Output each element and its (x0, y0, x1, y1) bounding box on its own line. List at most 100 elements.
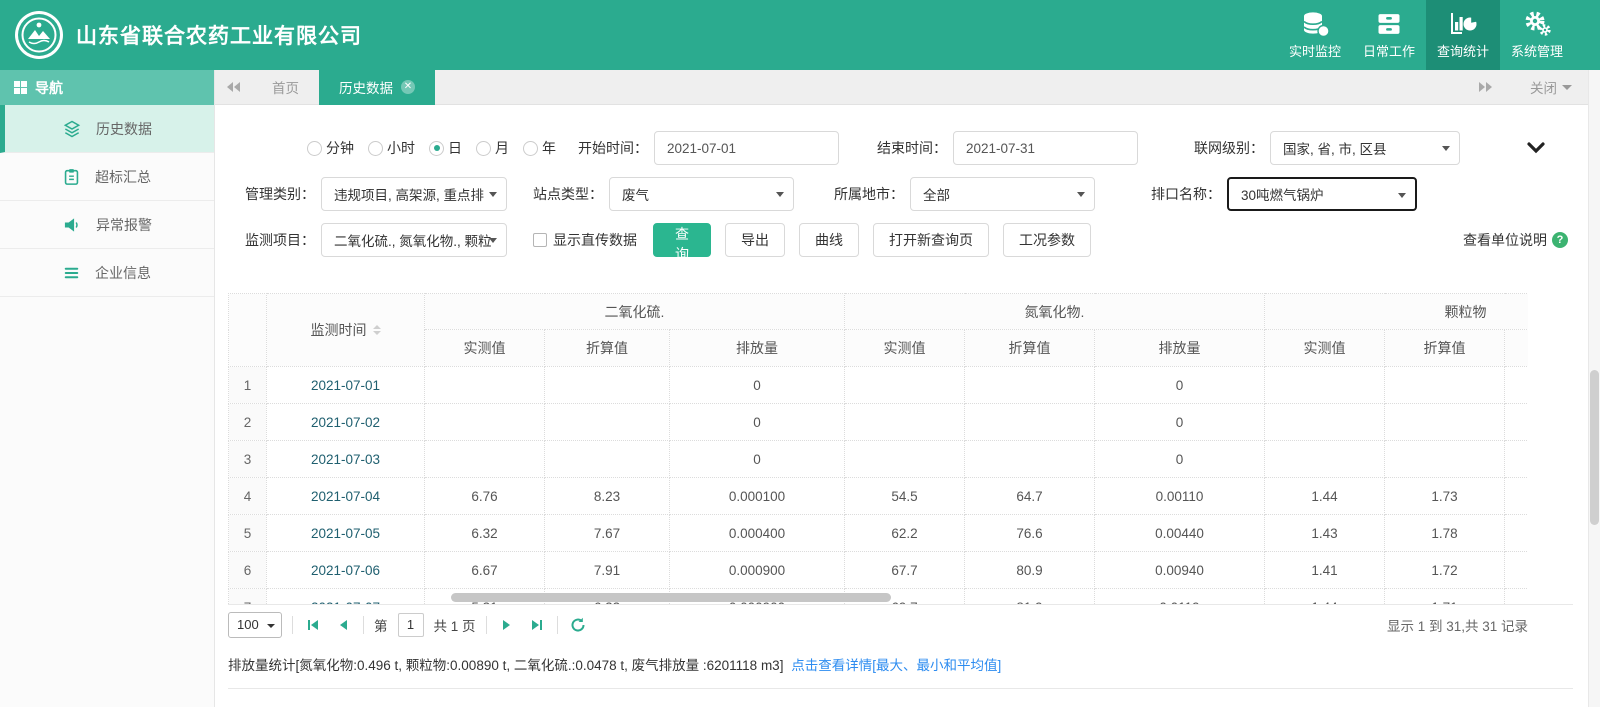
sidebar-header: 导航 (0, 70, 214, 105)
station-type-select[interactable]: 废气 (609, 177, 794, 211)
sidebar-item-enterprise-info[interactable]: 企业信息 (0, 249, 214, 297)
radio-hour[interactable]: 小时 (368, 138, 415, 158)
nav-item-realtime-monitor[interactable]: 实时监控 (1278, 0, 1352, 70)
tab-home[interactable]: 首页 (252, 70, 319, 105)
horizontal-scrollbar-thumb[interactable] (451, 593, 891, 602)
query-button[interactable]: 查询 (653, 223, 711, 262)
last-page-icon (531, 619, 542, 630)
nav-item-daily-work[interactable]: 日常工作 (1352, 0, 1426, 70)
date-link[interactable]: 2021-07-07 (311, 600, 380, 605)
date-link[interactable]: 2021-07-03 (311, 452, 380, 467)
start-time-label: 开始时间： (578, 140, 648, 156)
record-count-info: 显示 1 到 31,共 31 记录 (1386, 618, 1528, 634)
outlet-name-label: 排口名称： (1151, 186, 1221, 202)
category-select[interactable]: 违规项目, 高架源, 重点排 (321, 177, 507, 211)
outlet-name-select[interactable]: 30吨燃气锅炉 (1227, 177, 1417, 211)
tabs-scroll-right-icon[interactable] (1467, 82, 1504, 92)
tabbar-right-controls: 关闭 (1467, 77, 1600, 97)
radio-minute[interactable]: 分钟 (307, 138, 354, 158)
next-page-button[interactable] (497, 614, 517, 636)
page-size-select[interactable]: 100 (228, 611, 282, 638)
condition-params-button[interactable]: 工况参数 (1003, 223, 1091, 257)
export-button[interactable]: 导出 (725, 223, 785, 257)
page-prefix-label: 第 (374, 618, 388, 634)
sidebar-item-exceed-summary[interactable]: 超标汇总 (0, 153, 214, 201)
monitor-items-select[interactable]: 二氧化硫., 氮氧化物., 颗粒 (321, 223, 507, 257)
curve-button[interactable]: 曲线 (799, 223, 859, 257)
tab-label: 首页 (272, 81, 299, 96)
cell: 1.71 (1384, 588, 1505, 604)
nav-item-query-statistics[interactable]: 查询统计 (1426, 0, 1500, 70)
city-label: 所属地市： (834, 186, 904, 202)
cell: 0.00440 (1094, 514, 1265, 552)
table-row: 3 2021-07-03 0 0 (228, 440, 1528, 478)
sidebar-item-history-data[interactable]: 历史数据 (0, 105, 214, 153)
cell (1503, 588, 1528, 604)
nav-label: 日常工作 (1362, 44, 1415, 59)
unit-help-link[interactable]: 查看单位说明 ? (1463, 230, 1568, 250)
cell: 1.72 (1384, 551, 1505, 589)
sort-icon[interactable] (372, 325, 381, 335)
radio-selected-icon (429, 140, 444, 156)
sidebar-item-label: 异常报警 (96, 216, 152, 233)
history-data-table: 监测时间 二氧化硫. 氮氧化物. 颗粒物 实测值 折算值 排放量 实测值 折算值… (228, 293, 1528, 604)
cell (1503, 551, 1528, 589)
sidebar-item-label: 历史数据 (96, 120, 152, 137)
divider (556, 615, 558, 634)
sidebar-item-label: 企业信息 (95, 264, 151, 281)
radio-day[interactable]: 日 (429, 138, 462, 158)
cell: 6.32 (424, 514, 545, 552)
date-link[interactable]: 2021-07-05 (311, 526, 380, 541)
select-caret-icon (1442, 146, 1450, 151)
direct-data-checkbox-group[interactable]: 显示直传数据 (533, 230, 637, 250)
prev-page-icon (340, 619, 347, 630)
cell: 0.0119 (1094, 588, 1265, 604)
cell (1264, 403, 1385, 441)
select-caret-icon (1077, 192, 1085, 197)
row-number: 5 (228, 514, 267, 552)
table-row: 2 2021-07-02 0 0 (228, 403, 1528, 441)
date-link[interactable]: 2021-07-04 (311, 489, 380, 504)
close-tabs-dropdown[interactable]: 关闭 (1530, 77, 1572, 97)
sidebar-item-abnormal-alarm[interactable]: 异常报警 (0, 201, 214, 249)
sub-header-emission: 排放量 (669, 329, 845, 367)
monitor-time-label: 监测时间 (310, 322, 367, 338)
radio-month[interactable]: 月 (476, 138, 509, 158)
city-select[interactable]: 全部 (910, 177, 1095, 211)
tabs-scroll-left-icon[interactable] (215, 70, 252, 104)
radio-year[interactable]: 年 (523, 138, 556, 158)
nav-label: 实时监控 (1288, 44, 1341, 59)
database-icon (1303, 12, 1330, 38)
network-level-select[interactable]: 国家, 省, 市, 区县 (1270, 131, 1460, 165)
question-mark-icon: ? (1552, 232, 1568, 248)
vertical-scrollbar-thumb[interactable] (1590, 370, 1599, 525)
cell: 6.76 (424, 477, 545, 515)
cell: 0 (669, 403, 845, 441)
row-number: 6 (228, 551, 267, 589)
view-detail-link[interactable]: 点击查看详情[最大、最小和平均值] (791, 658, 1001, 673)
start-time-input[interactable] (654, 131, 839, 165)
tab-close-icon[interactable]: ✕ (401, 80, 415, 94)
sub-header-measured: 实测值 (424, 329, 545, 367)
tab-history-data[interactable]: 历史数据 ✕ (319, 69, 435, 105)
table-row: 1 2021-07-01 0 0 (228, 366, 1528, 404)
refresh-button[interactable] (568, 614, 588, 636)
first-page-button[interactable] (303, 614, 323, 636)
cell: 0 (1094, 440, 1265, 478)
table-row: 4 2021-07-04 6.76 8.23 0.000100 54.5 64.… (228, 477, 1528, 515)
nav-item-system-management[interactable]: 系统管理 (1500, 0, 1574, 70)
cell: 0 (669, 366, 845, 404)
monitor-time-header[interactable]: 监测时间 (266, 293, 425, 367)
last-page-button[interactable] (527, 614, 547, 636)
open-new-query-button[interactable]: 打开新查询页 (873, 223, 989, 257)
date-link[interactable]: 2021-07-01 (311, 378, 380, 393)
end-time-input[interactable] (953, 131, 1138, 165)
checkbox-icon[interactable] (533, 233, 547, 247)
page-number-input[interactable] (397, 612, 424, 637)
prev-page-button[interactable] (333, 614, 353, 636)
cell (1503, 514, 1528, 552)
date-link[interactable]: 2021-07-02 (311, 415, 380, 430)
filter-collapse-chevron-icon[interactable] (1527, 142, 1545, 154)
cell (1503, 403, 1528, 441)
date-link[interactable]: 2021-07-06 (311, 563, 380, 578)
